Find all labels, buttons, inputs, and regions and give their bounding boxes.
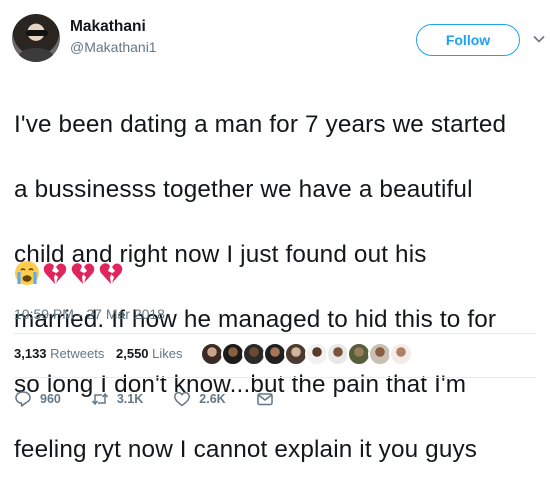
divider xyxy=(14,333,536,334)
direct-message-button[interactable] xyxy=(256,390,282,408)
likes-stat[interactable]: 2,550 Likes xyxy=(116,346,183,361)
envelope-icon xyxy=(256,393,273,406)
tweet-text: I've been dating a man for 7 years we st… xyxy=(14,76,544,499)
like-count: 2.6K xyxy=(199,392,226,406)
broken-heart-icon xyxy=(99,263,123,284)
follow-button[interactable]: Follow xyxy=(416,24,520,56)
tweet-text-line: feeling ryt now I cannot explain it you … xyxy=(14,435,478,463)
retweet-icon xyxy=(91,392,108,406)
reply-count: 960 xyxy=(40,392,61,406)
chevron-down-icon[interactable] xyxy=(533,33,545,45)
reply-button[interactable]: 960 xyxy=(14,390,61,408)
liker-avatars xyxy=(200,342,413,366)
tweet-card: Makathani @Makathani1 Follow I've been d… xyxy=(0,0,550,463)
author-handle[interactable]: @Makathani1 xyxy=(70,39,157,55)
tweet-text-line: I've been dating a man for 7 years we st… xyxy=(14,110,507,138)
reply-icon xyxy=(15,391,31,407)
heart-icon xyxy=(174,391,191,407)
liker-avatar[interactable] xyxy=(389,342,413,366)
retweet-button[interactable]: 3.1K xyxy=(91,390,143,408)
tweet-timestamp[interactable]: 10:59 PM - 27 Mar 2018 xyxy=(14,306,165,322)
emoji-row xyxy=(14,260,124,286)
retweets-count: 3,133 xyxy=(14,346,47,361)
likes-count: 2,550 xyxy=(116,346,149,361)
engagement-stats: 3,133 Retweets 2,550 Likes xyxy=(14,346,191,361)
retweets-label: Retweets xyxy=(50,346,105,361)
tweet-actions: 960 3.1K 2.6K xyxy=(14,390,312,408)
retweet-count: 3.1K xyxy=(116,392,144,406)
divider xyxy=(14,377,536,378)
retweets-stat[interactable]: 3,133 Retweets xyxy=(14,346,104,361)
broken-heart-icon xyxy=(71,263,95,284)
likes-label: Likes xyxy=(152,346,183,361)
tweet-text-line: a bussinesss together we have a beautifu… xyxy=(14,175,473,203)
broken-heart-icon xyxy=(43,263,67,284)
author-avatar[interactable] xyxy=(12,14,60,62)
like-button[interactable]: 2.6K xyxy=(173,390,226,408)
author-display-name[interactable]: Makathani xyxy=(70,18,146,36)
crying-face-icon xyxy=(15,261,39,285)
